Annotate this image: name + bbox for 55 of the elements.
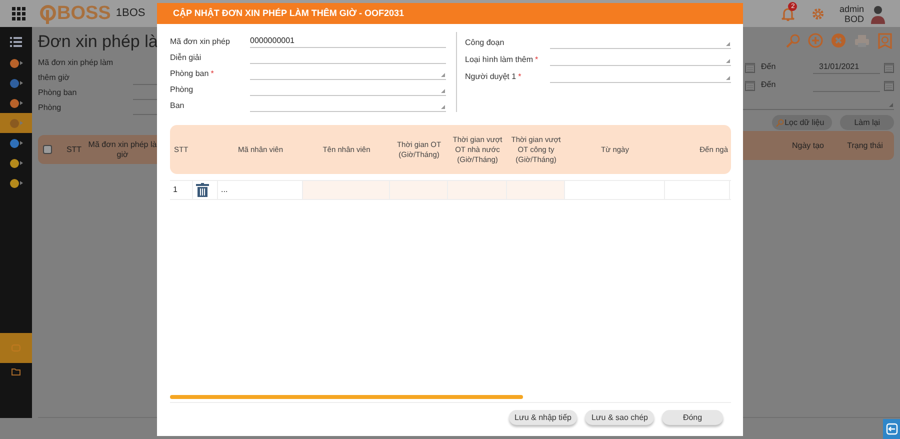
settings-icon[interactable] <box>811 6 826 20</box>
calendar-icon[interactable] <box>745 80 755 90</box>
filter-label: Phòng <box>38 102 62 114</box>
dialog-button[interactable]: Lưu & sao chép <box>585 410 654 425</box>
column-header: Trạng thái <box>846 140 884 152</box>
dropdown-corner-icon <box>441 105 445 109</box>
add-icon[interactable] <box>808 33 823 48</box>
dialog-button[interactable]: Lưu & nhập tiếp <box>508 410 578 425</box>
user-name: admin <box>839 4 864 14</box>
field-label: Mã đơn xin phép <box>170 36 231 48</box>
field-label: Công đoạn <box>465 37 506 49</box>
date-label: Đến <box>761 61 776 73</box>
user-role: BOD <box>843 14 864 24</box>
menu-icon <box>10 37 22 47</box>
search-icon[interactable] <box>786 34 800 48</box>
app-name: 1BOS <box>116 6 146 22</box>
search-icon <box>776 118 784 126</box>
field-label: Loại hình làm thêm * <box>465 54 540 66</box>
dropdown-corner-icon <box>889 103 893 107</box>
delete-icon[interactable] <box>196 183 209 197</box>
page-title: Đơn xin phép là <box>38 31 157 53</box>
exit-button[interactable] <box>883 419 900 439</box>
bell-icon[interactable] <box>781 6 796 21</box>
dropdown-corner-icon <box>726 59 730 63</box>
calendar-icon[interactable] <box>745 62 755 72</box>
field-label: Diễn giải <box>170 52 202 64</box>
filter-label: Mã đơn xin phép làm thêm giờ <box>38 57 114 84</box>
date-label: Đến <box>761 79 776 91</box>
input-field[interactable]: 0000000001 <box>250 34 446 48</box>
folder-icon <box>11 368 21 376</box>
column-header: STT <box>65 144 83 155</box>
logo-text: BOSS <box>57 4 111 23</box>
calendar-icon[interactable] <box>884 80 894 90</box>
dropdown-corner-icon <box>726 76 730 80</box>
dropdown-corner-icon <box>726 42 730 46</box>
field-label: Phòng ban * <box>170 68 215 80</box>
dialog-title: CẬP NHẬT ĐƠN XIN PHÉP LÀM THÊM GIỜ - OOF2031 <box>157 3 743 24</box>
calendar-icon[interactable] <box>884 62 894 72</box>
field-label: Phòng <box>170 84 194 96</box>
dropdown-corner-icon <box>441 89 445 93</box>
date-field[interactable]: 31/01/2021 <box>813 60 880 74</box>
table-cell: 1 <box>170 181 193 199</box>
field-label: Người duyệt 1 * <box>465 71 522 83</box>
checkbox[interactable] <box>43 145 52 154</box>
grid-menu-icon[interactable] <box>12 6 26 20</box>
avatar-icon[interactable] <box>870 4 886 24</box>
bookmark-filter-icon[interactable] <box>878 32 892 48</box>
field-label: Ban <box>170 100 186 112</box>
filter-label: Phòng ban <box>38 87 78 100</box>
exit-icon <box>886 423 898 435</box>
dropdown-corner-icon <box>441 73 445 77</box>
column-header: Mã đơn xin phép là giờ <box>88 140 157 160</box>
dialog-button[interactable]: Đóng <box>662 410 723 425</box>
logo-icon <box>39 2 57 24</box>
column-header: Ngày tạo <box>790 140 826 152</box>
